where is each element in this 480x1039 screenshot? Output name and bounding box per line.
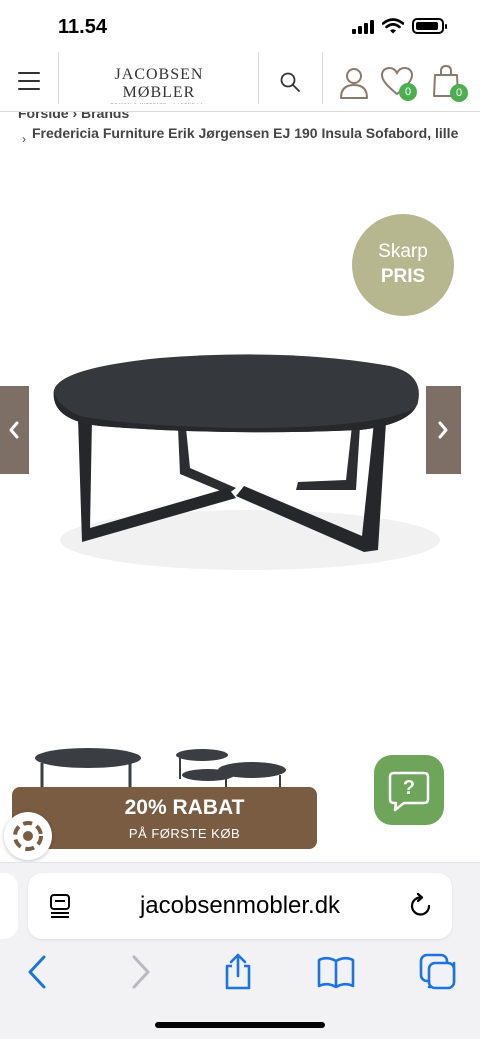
header-divider: [258, 52, 259, 112]
sharp-price-badge: Skarp PRIS: [352, 214, 454, 316]
status-bar: 11.54: [0, 0, 480, 52]
site-header: JACOBSEN MØBLER DESIGN & INTERIØR · AABE…: [0, 52, 480, 114]
discount-promo-banner[interactable]: 20% RABAT PÅ FØRSTE KØB: [12, 787, 317, 849]
chevron-left-icon: [9, 421, 19, 439]
home-indicator: [155, 1022, 325, 1028]
search-icon[interactable]: [278, 70, 302, 94]
tabs-icon[interactable]: [418, 952, 458, 992]
help-chat-button[interactable]: ?: [374, 755, 444, 825]
logo-title: JACOBSEN MØBLER: [114, 66, 204, 101]
share-icon[interactable]: [218, 952, 258, 992]
carousel-prev-button[interactable]: [0, 386, 29, 474]
hamburger-menu-icon[interactable]: [18, 72, 40, 90]
cart-button[interactable]: 0: [432, 64, 468, 102]
address-bar[interactable]: jacobsenmobler.dk: [28, 873, 452, 939]
back-arrow-icon[interactable]: [18, 952, 58, 992]
reload-icon[interactable]: [408, 893, 434, 919]
bookmarks-icon[interactable]: [316, 952, 356, 992]
battery-icon: [412, 18, 447, 34]
header-overlap: [0, 104, 480, 112]
product-thumbnails[interactable]: [30, 745, 300, 790]
cart-count-badge: 0: [450, 84, 468, 102]
header-divider: [58, 52, 59, 112]
promo-title: 20% RABAT: [124, 796, 245, 819]
product-image[interactable]: [40, 340, 440, 580]
status-icons: [352, 18, 447, 34]
status-time: 11.54: [58, 16, 107, 38]
forward-arrow-icon[interactable]: [120, 952, 160, 992]
breadcrumb: Forside › Brands › Fredericia Furniture …: [0, 104, 480, 164]
wifi-icon: [382, 18, 404, 34]
previous-tab-preview[interactable]: [0, 873, 18, 939]
wishlist-count-badge: 0: [399, 83, 417, 101]
cellular-signal-icon: [352, 18, 374, 34]
badge-line1: Skarp: [378, 241, 428, 262]
badge-line2: PRIS: [380, 266, 426, 287]
breadcrumb-separator: ›: [22, 132, 26, 146]
promo-gift-icon[interactable]: [4, 812, 52, 860]
promo-subtitle: PÅ FØRSTE KØB: [128, 826, 241, 841]
breadcrumb-current: Fredericia Furniture Erik Jørgensen EJ 1…: [32, 125, 459, 141]
url-text[interactable]: jacobsenmobler.dk: [28, 892, 452, 920]
help-question-mark: ?: [402, 777, 416, 799]
user-account-icon[interactable]: [338, 66, 370, 100]
wishlist-button[interactable]: 0: [380, 66, 417, 101]
header-divider: [322, 52, 323, 112]
